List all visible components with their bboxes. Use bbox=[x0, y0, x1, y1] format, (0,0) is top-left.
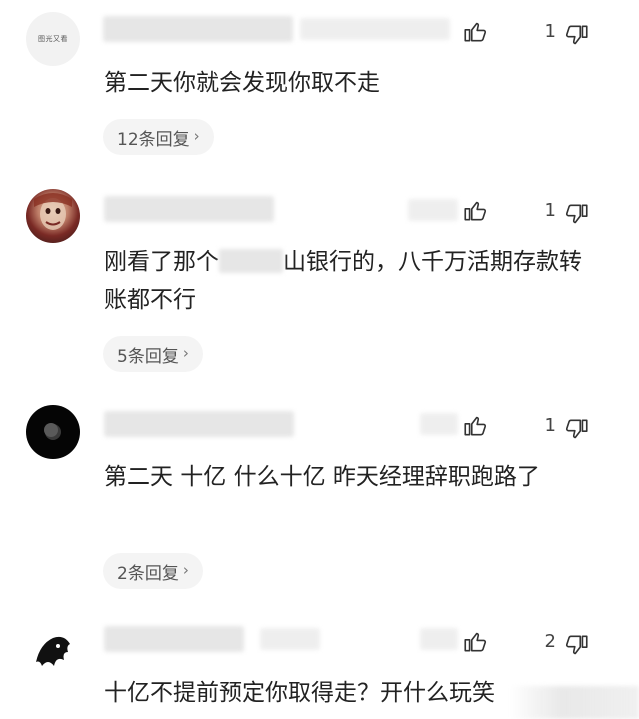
meta-redacted bbox=[420, 628, 458, 650]
chevron-right-icon: › bbox=[182, 561, 189, 579]
like-count: 1 bbox=[544, 415, 556, 436]
view-replies-button[interactable]: 5条回复 › bbox=[103, 336, 203, 372]
avatar[interactable] bbox=[26, 189, 80, 243]
thumbs-up-icon[interactable] bbox=[462, 413, 488, 439]
thumbs-up-icon[interactable] bbox=[462, 629, 488, 655]
like-count: 1 bbox=[544, 21, 556, 42]
thumbs-up-icon[interactable] bbox=[462, 198, 488, 224]
username-redacted bbox=[104, 411, 294, 437]
thumbs-down-icon[interactable] bbox=[564, 201, 590, 227]
comment-text: 第二天 十亿 什么十亿 昨天经理辞职跑路了 bbox=[104, 464, 540, 490]
meta-redacted bbox=[420, 413, 458, 435]
like-count: 2 bbox=[544, 631, 556, 652]
avatar-text: 图光又看 bbox=[38, 35, 68, 43]
thumbs-up-icon[interactable] bbox=[462, 19, 488, 45]
chevron-right-icon: › bbox=[193, 127, 200, 145]
meta-redacted bbox=[300, 18, 450, 40]
meta-redacted bbox=[260, 628, 320, 650]
avatar[interactable] bbox=[26, 405, 80, 459]
comment-text: 刚看了那个 山银行的，八千万活期存款转账都不行 bbox=[104, 243, 594, 319]
chevron-right-icon: › bbox=[182, 344, 189, 362]
watermark-overlay bbox=[510, 686, 639, 719]
username-redacted bbox=[104, 196, 274, 222]
avatar[interactable]: 图光又看 bbox=[26, 12, 80, 66]
thumbs-down-icon[interactable] bbox=[564, 632, 590, 658]
replies-label: 12条回复 bbox=[117, 129, 190, 150]
username-redacted bbox=[103, 16, 293, 42]
like-count: 1 bbox=[544, 200, 556, 221]
comment-text: 第二天你就会发现你取不走 bbox=[104, 70, 380, 96]
view-replies-button[interactable]: 12条回复 › bbox=[103, 119, 214, 155]
view-replies-button[interactable]: 2条回复 › bbox=[103, 553, 203, 589]
replies-label: 5条回复 bbox=[117, 346, 179, 367]
username-redacted bbox=[104, 626, 244, 652]
moon-icon bbox=[44, 423, 61, 440]
thumbs-down-icon[interactable] bbox=[564, 416, 590, 442]
replies-label: 2条回复 bbox=[117, 563, 179, 584]
comment-text-before: 刚看了那个 bbox=[104, 249, 219, 275]
meta-redacted bbox=[408, 199, 458, 221]
avatar-portrait-icon bbox=[34, 193, 72, 230]
thumbs-down-icon[interactable] bbox=[564, 22, 590, 48]
avatar[interactable] bbox=[26, 622, 80, 676]
silhouette-icon bbox=[36, 636, 70, 666]
redacted-text bbox=[219, 249, 283, 273]
